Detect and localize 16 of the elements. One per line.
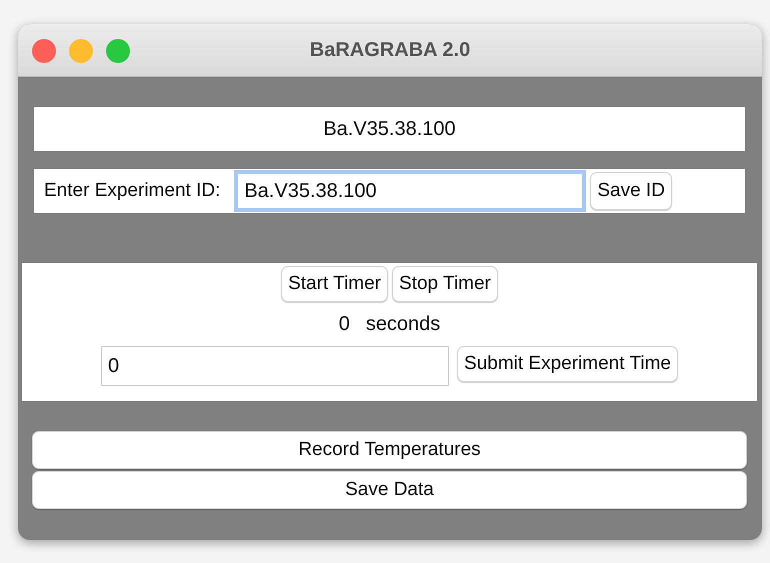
timer-button[interactable]: Stop Timer [392, 266, 498, 302]
minimize-icon[interactable] [69, 39, 93, 63]
action-button[interactable]: Record Temperatures [32, 431, 747, 469]
experiment-id-display: Ba.V35.38.100 [34, 107, 745, 151]
timer-value: 0 [338, 313, 350, 336]
experiment-id-label: Enter Experiment ID: [43, 180, 222, 202]
maximize-icon[interactable] [106, 39, 130, 63]
experiment-time-field[interactable]: 0 [101, 346, 450, 386]
save-id-button[interactable]: Save ID [590, 172, 672, 210]
action-button[interactable]: Save Data [32, 471, 747, 509]
window-title: BaRAGRABA 2.0 [310, 38, 470, 62]
timer-unit: seconds [366, 313, 440, 336]
submit-time-button[interactable]: Submit Experiment Time [457, 346, 678, 382]
timer-button[interactable]: Start Timer [281, 266, 388, 302]
close-icon[interactable] [32, 39, 56, 63]
experiment-id-field[interactable]: Ba.V35.38.100 [234, 170, 586, 212]
